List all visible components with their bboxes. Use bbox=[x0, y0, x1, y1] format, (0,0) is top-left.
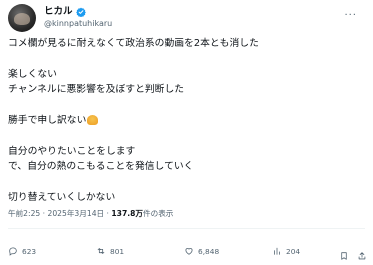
views-count: 137.8万 bbox=[111, 209, 144, 218]
share-icon bbox=[358, 252, 366, 260]
like-button[interactable]: 6,848 bbox=[184, 246, 219, 256]
retweet-button[interactable]: 801 bbox=[96, 246, 124, 256]
divider bbox=[8, 228, 365, 229]
tweet-line: コメ欄が見るに耐えなくて政治系の動画を2本とも消した bbox=[8, 38, 259, 49]
retweet-count: 801 bbox=[110, 246, 125, 256]
tweet-line: 自分のやりたいことをします bbox=[8, 145, 136, 157]
avatar[interactable] bbox=[8, 4, 36, 32]
tweet-line-with-emoji: 勝手で申し訳ない bbox=[8, 113, 365, 128]
views-stat-count: 204 bbox=[286, 246, 301, 256]
heart-icon bbox=[185, 248, 193, 255]
views-chart-icon bbox=[274, 247, 280, 255]
tweet-meta: 午前2:25 · 2025年3月14日 · 137.8万件の表示 bbox=[8, 208, 173, 219]
reply-button[interactable]: 623 bbox=[8, 246, 36, 256]
bookmark-button[interactable] bbox=[339, 246, 349, 265]
meta-separator: · bbox=[42, 209, 46, 218]
handle[interactable]: @kinnpatuhikaru bbox=[44, 18, 112, 30]
retweet-icon bbox=[97, 248, 105, 254]
display-name[interactable]: ヒカル bbox=[44, 6, 73, 18]
meta-separator: · bbox=[106, 209, 109, 218]
share-button[interactable] bbox=[357, 246, 367, 265]
tweet-text: コメ欄が見るに耐えなくて政治系の動画を2本とも消した 楽しくない チャンネルに悪… bbox=[8, 36, 365, 205]
post-date[interactable]: 2025年3月14日 bbox=[48, 209, 105, 218]
tweet-line: で、自分の熱のこもることを発信していく bbox=[8, 161, 194, 173]
author-names: ヒカル @kinnpatuhikaru bbox=[44, 6, 112, 30]
post-time[interactable]: 午前2:25 bbox=[8, 209, 40, 218]
tweet-line: 楽しくない bbox=[8, 68, 57, 80]
tweet-line: チャンネルに悪影響を及ぼすと判断した bbox=[8, 84, 185, 96]
action-bar: 623 801 6,848 204 bbox=[8, 246, 365, 260]
verified-badge-icon bbox=[75, 7, 86, 17]
like-count: 6,848 bbox=[198, 246, 220, 256]
bowing-person-emoji-icon bbox=[87, 114, 99, 125]
bookmark-icon bbox=[341, 252, 347, 260]
tweet-line: 勝手で申し訳ない bbox=[8, 114, 87, 126]
bookmark-count-button[interactable]: 204 bbox=[272, 246, 300, 256]
tweet-line: 切り替えていくしかない bbox=[8, 191, 116, 203]
reply-icon bbox=[9, 247, 17, 256]
tweet-header: ヒカル @kinnpatuhikaru bbox=[8, 3, 112, 33]
more-options-icon[interactable]: ··· bbox=[344, 10, 357, 21]
reply-count: 623 bbox=[22, 246, 37, 256]
views-label: 件の表示 bbox=[143, 209, 174, 218]
